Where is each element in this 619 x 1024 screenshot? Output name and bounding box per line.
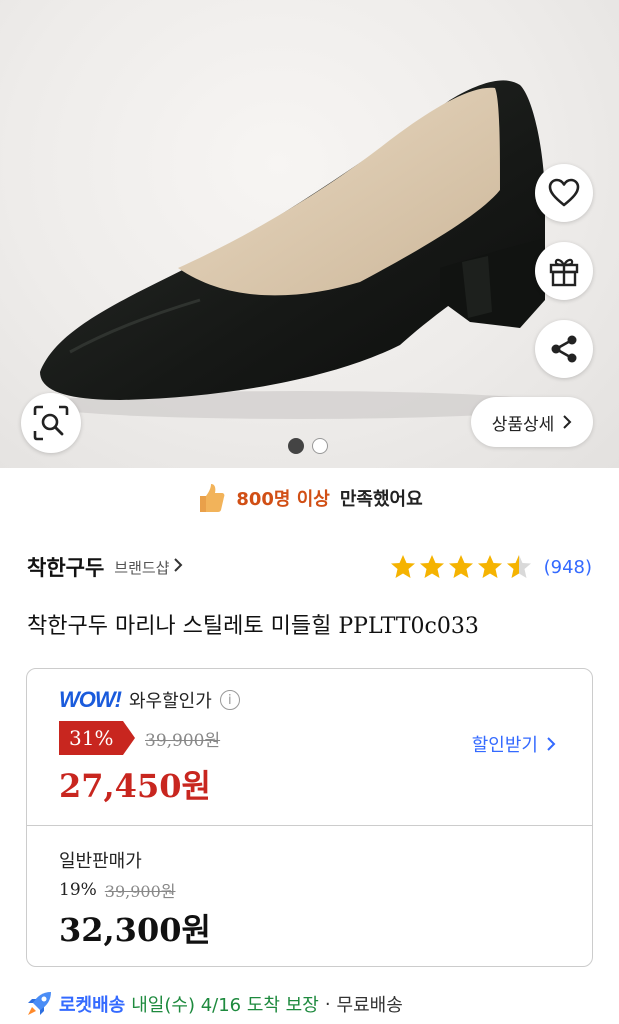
rating[interactable]: (948) (389, 553, 592, 581)
wishlist-button[interactable] (535, 164, 593, 222)
coupon-button[interactable]: 할인받기 (472, 731, 556, 757)
brand-name[interactable]: 착한구두 (27, 552, 104, 582)
free-shipping-label: 무료배송 (336, 995, 403, 1016)
product-image-carousel[interactable]: 상품상세 (0, 0, 619, 468)
gift-button[interactable] (535, 242, 593, 300)
star-rating-icons (390, 555, 531, 578)
satisfaction-count: 800명 이상 (236, 489, 330, 510)
coupon-label: 할인받기 (471, 735, 538, 756)
chevron-right-icon[interactable] (173, 557, 183, 578)
rocket-icon (28, 992, 51, 1015)
wow-price-section: WOW! 와우할인가 i 31% 39,900원 27,450원 할인받기 (27, 669, 592, 825)
wow-logo: WOW! (59, 687, 122, 712)
brand-shop-link[interactable]: 브랜드샵 (114, 557, 169, 578)
carousel-dot[interactable] (312, 438, 328, 454)
wow-sale-price: 27,450원 (59, 767, 211, 805)
lens-search-icon (33, 405, 69, 441)
delivery-separator: · (324, 993, 331, 1015)
discount-badge: 31% (59, 721, 135, 755)
share-icon (551, 335, 577, 363)
normal-original-price: 39,900원 (104, 882, 176, 901)
original-price: 39,900원 (145, 730, 221, 751)
thumbs-up-icon (200, 484, 225, 512)
heart-icon (548, 178, 580, 207)
price-divider (27, 825, 592, 826)
normal-price-label: 일반판매가 (59, 851, 142, 872)
product-title: 착한구두 마리나 스틸레토 미들힐 PPLTT0c033 (27, 614, 479, 639)
price-box: WOW! 와우할인가 i 31% 39,900원 27,450원 할인받기 일반… (26, 668, 593, 967)
wow-discount-row: 31% 39,900원 (59, 721, 220, 755)
delivery-info: 로켓배송 내일(수) 4/16 도착 보장 · 무료배송 (25, 990, 403, 1018)
review-count[interactable]: (948) (544, 557, 592, 578)
product-detail-label: 상품상세 (491, 414, 555, 435)
chevron-right-icon (563, 415, 572, 429)
brand-row: 착한구두 브랜드샵 (948) (27, 550, 592, 584)
satisfaction-banner: 800명 이상 만족했어요 (0, 470, 619, 526)
carousel-dot-active[interactable] (288, 438, 304, 454)
normal-price: 32,300원 (59, 911, 211, 949)
normal-discount-row: 19% 39,900원 (59, 878, 176, 902)
chevron-right-icon (547, 737, 556, 751)
normal-discount: 19% (59, 880, 97, 900)
share-button[interactable] (535, 320, 593, 378)
image-search-button[interactable] (21, 393, 81, 453)
gift-icon (549, 258, 579, 287)
satisfaction-text: 만족했어요 (339, 489, 423, 510)
carousel-indicator (288, 438, 328, 454)
wow-label-row: WOW! 와우할인가 i (59, 687, 240, 713)
wow-price-label: 와우할인가 (128, 691, 212, 712)
arrival-date: 내일(수) 4/16 도착 보장 (131, 995, 319, 1016)
rocket-delivery-label: 로켓배송 (59, 995, 126, 1016)
product-detail-button[interactable]: 상품상세 (471, 397, 593, 447)
info-icon[interactable]: i (219, 690, 240, 710)
